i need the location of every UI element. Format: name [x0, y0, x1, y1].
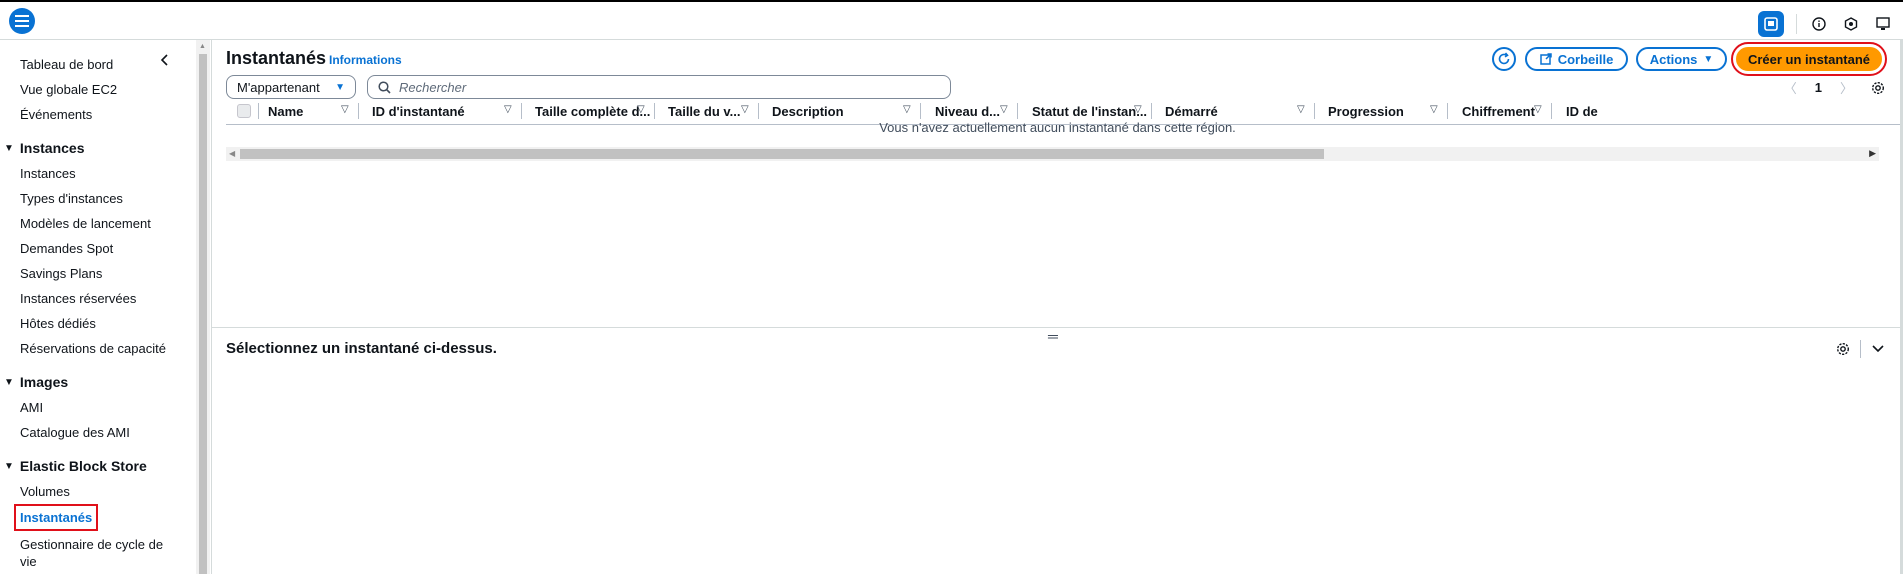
sidebar-item-savings-plans[interactable]: Savings Plans: [20, 266, 102, 281]
sort-icon[interactable]: ▽: [504, 104, 512, 115]
column-full-size[interactable]: Taille complète d...: [535, 104, 650, 119]
actions-label: Actions: [1649, 51, 1698, 67]
resize-handle-icon[interactable]: ═: [1048, 328, 1058, 344]
sort-icon[interactable]: ▽: [637, 104, 645, 115]
sidebar-item-reserved-instances[interactable]: Instances réservées: [20, 291, 136, 306]
panel-icon[interactable]: [1758, 11, 1784, 37]
actions-button[interactable]: Actions ▼: [1636, 47, 1727, 71]
sidebar-item-launch-templates[interactable]: Modèles de lancement: [20, 216, 151, 231]
scrollbar-thumb[interactable]: [199, 54, 207, 574]
empty-table-message: Vous n'avez actuellement aucun instantan…: [879, 120, 1236, 135]
sidebar-item-instance-types[interactable]: Types d'instances: [20, 191, 123, 206]
sidebar-item-capacity-reservations[interactable]: Réservations de capacité: [20, 341, 166, 356]
refresh-button[interactable]: [1492, 47, 1516, 71]
info-link[interactable]: Informations: [329, 53, 402, 67]
sidebar-item-volumes[interactable]: Volumes: [20, 484, 70, 499]
scroll-left-icon[interactable]: ◀: [229, 149, 235, 158]
current-page[interactable]: 1: [1815, 80, 1822, 95]
sort-icon[interactable]: ▽: [1134, 104, 1142, 115]
sidebar-item-events[interactable]: Événements: [20, 107, 92, 122]
sort-icon[interactable]: ▽: [1430, 104, 1438, 115]
trash-label: Corbeille: [1557, 51, 1614, 67]
next-page-icon[interactable]: 〉: [1840, 78, 1853, 97]
sort-icon[interactable]: ▽: [1000, 104, 1008, 115]
sidebar-section-ebs[interactable]: ▼ Elastic Block Store: [4, 458, 147, 474]
sidebar-item-instances[interactable]: Instances: [20, 166, 76, 181]
gear-icon[interactable]: [1836, 342, 1850, 356]
caret-down-icon: ▼: [335, 81, 345, 93]
column-started[interactable]: Démarré: [1165, 104, 1218, 119]
trash-button[interactable]: Corbeille: [1525, 47, 1628, 71]
search-icon: [378, 80, 391, 94]
column-volume-size[interactable]: Taille du v...: [668, 104, 740, 119]
create-snapshot-button[interactable]: Créer un instantané: [1731, 42, 1887, 76]
sidebar-item-ami[interactable]: AMI: [20, 400, 43, 415]
search-placeholder: Rechercher: [399, 79, 467, 95]
search-input[interactable]: Rechercher: [367, 75, 951, 99]
sort-icon[interactable]: ▽: [1297, 104, 1305, 115]
collapse-sidebar-icon[interactable]: [160, 54, 174, 68]
column-description[interactable]: Description: [772, 104, 844, 119]
sidebar-item-spot-requests[interactable]: Demandes Spot: [20, 241, 113, 256]
separator: [1860, 340, 1861, 358]
details-title: Sélectionnez un instantané ci-dessus.: [226, 340, 497, 357]
hamburger-menu-icon[interactable]: [9, 8, 35, 34]
scroll-up-icon[interactable]: ▲: [199, 43, 206, 50]
column-name[interactable]: Name: [268, 104, 303, 119]
column-status[interactable]: Statut de l'instan...: [1032, 104, 1147, 119]
sidebar-item-snapshots[interactable]: Instantanés: [13, 504, 99, 531]
sidebar-section-instances[interactable]: ▼ Instances: [4, 140, 85, 156]
sidebar-item-dashboard[interactable]: Tableau de bord: [20, 57, 113, 72]
sort-icon[interactable]: ▽: [341, 104, 349, 115]
column-encryption[interactable]: Chiffrement: [1462, 104, 1535, 119]
column-tier[interactable]: Niveau d...: [935, 104, 1000, 119]
page-title: Instantanés: [226, 48, 327, 68]
sort-icon[interactable]: ▽: [741, 104, 749, 115]
info-icon[interactable]: [1809, 14, 1829, 34]
prev-page-icon[interactable]: 〈: [1784, 78, 1797, 97]
main-panel: Instantanés Informations Corbeille Actio…: [212, 40, 1903, 574]
table-horizontal-scrollbar[interactable]: ◀ ▶: [226, 147, 1879, 161]
chevron-down-icon[interactable]: [1871, 344, 1885, 354]
caret-down-icon: ▼: [4, 376, 14, 388]
caret-down-icon: ▼: [1703, 53, 1714, 65]
column-snapshot-id[interactable]: ID d'instantané: [372, 104, 465, 119]
top-bar: [0, 0, 1903, 40]
owner-filter-value: M'appartenant: [237, 79, 320, 95]
top-right-icons: [1758, 11, 1893, 37]
sidebar-scrollbar[interactable]: ▲: [196, 40, 210, 574]
display-icon[interactable]: [1873, 14, 1893, 34]
section-title: Images: [19, 374, 69, 390]
external-link-icon: [1539, 53, 1552, 65]
select-all-checkbox[interactable]: [237, 104, 251, 118]
column-id-extra[interactable]: ID de: [1566, 104, 1598, 119]
caret-down-icon: ▼: [4, 142, 14, 154]
sort-icon[interactable]: ▽: [903, 104, 911, 115]
owner-filter-select[interactable]: M'appartenant ▼: [226, 75, 356, 99]
sidebar-section-images[interactable]: ▼ Images: [4, 374, 68, 390]
sort-icon[interactable]: ▽: [1534, 104, 1542, 115]
section-title: Elastic Block Store: [19, 458, 147, 474]
caret-down-icon: ▼: [4, 460, 14, 472]
sidebar-item-global-view[interactable]: Vue globale EC2: [20, 82, 117, 97]
sidebar-item-ami-catalog[interactable]: Catalogue des AMI: [20, 425, 130, 440]
column-progress[interactable]: Progression: [1328, 104, 1404, 119]
sidebar-item-lifecycle-manager[interactable]: Gestionnaire de cycle de vie: [20, 536, 170, 570]
top-separator: [1796, 14, 1797, 34]
sidebar-item-dedicated-hosts[interactable]: Hôtes dédiés: [20, 316, 96, 331]
sidebar: Tableau de bord Vue globale EC2 Événemen…: [0, 40, 194, 574]
scroll-right-icon[interactable]: ▶: [1869, 148, 1876, 159]
settings-badge-icon[interactable]: [1841, 14, 1861, 34]
pagination: 〈 1 〉: [1784, 78, 1885, 97]
gear-icon[interactable]: [1871, 81, 1885, 95]
scrollbar-thumb[interactable]: [240, 149, 1324, 159]
details-controls: [1836, 340, 1885, 358]
section-title: Instances: [19, 140, 85, 156]
